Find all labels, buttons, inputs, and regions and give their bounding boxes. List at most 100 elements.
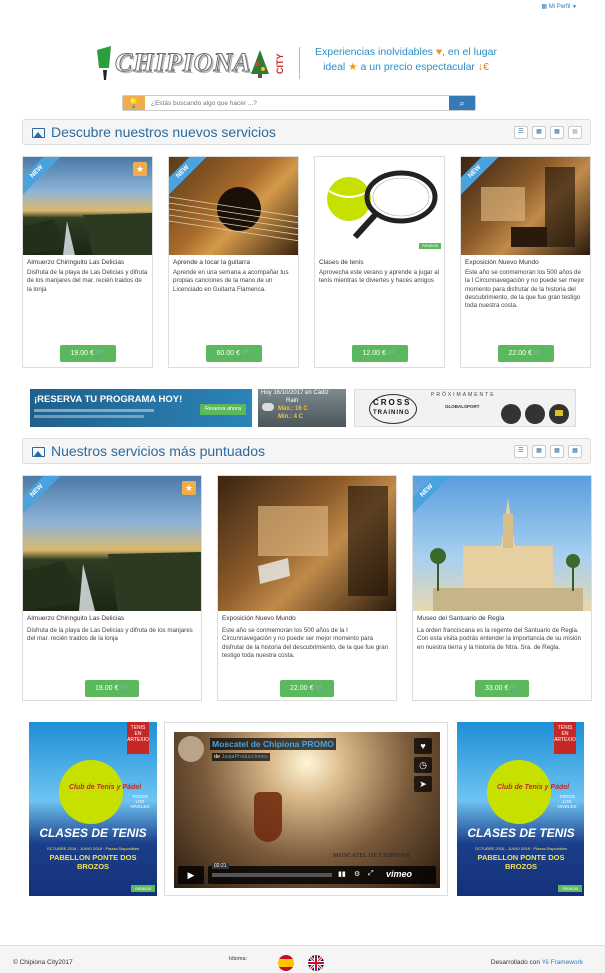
tennis-poster-ad[interactable]: TENIS EN ARTEXIO Club de Tenis y Pádel T… bbox=[457, 722, 584, 896]
price-button[interactable]: 12.00 € 🛒 bbox=[351, 345, 408, 362]
view-grid4-button[interactable]: ▦ bbox=[568, 126, 582, 139]
clock-icon: ◷ bbox=[419, 760, 427, 770]
service-image: NEW ★ bbox=[23, 157, 152, 255]
search-button[interactable]: ⌕ bbox=[449, 96, 475, 110]
developed-with: Desarrollado con Yii Framework bbox=[490, 959, 583, 966]
service-description: La orden franciscana es la regente del S… bbox=[417, 627, 582, 651]
caret-down-icon: ▼ bbox=[572, 4, 577, 10]
service-title[interactable]: Clases de tenis bbox=[319, 259, 363, 266]
search-input[interactable] bbox=[149, 96, 449, 110]
service-card[interactable]: NEW ★ Almuerzo Chiringuito Las Delicias … bbox=[22, 156, 153, 368]
cart-icon: 🛒 bbox=[387, 350, 397, 357]
view-list-button[interactable]: ☰ bbox=[514, 445, 528, 458]
service-image: NEW ★ bbox=[23, 476, 201, 611]
view-grid2-button[interactable]: ▦ bbox=[532, 445, 546, 458]
poster-dates: OCTUBRE 2016 - JUNIO 2018 · Plazas Dispo… bbox=[474, 846, 568, 851]
tennis-poster-ad[interactable]: TENIS EN ARTEXIO Club de Tenis y Pádel T… bbox=[29, 722, 157, 896]
star-icon: ★ bbox=[348, 61, 358, 73]
service-image: Anuncio bbox=[315, 157, 444, 255]
video-title[interactable]: Moscatel de Chipiona PROMO bbox=[210, 738, 336, 750]
service-title[interactable]: Museo del Santuario de Regla bbox=[417, 615, 504, 622]
service-card[interactable]: NEW ★ Almuerzo Chiringuito Las Delicias … bbox=[22, 475, 202, 701]
view-grid2-button[interactable]: ▦ bbox=[532, 126, 546, 139]
poster-todos: TODOS LOS NIVELES bbox=[557, 794, 577, 809]
price-button[interactable]: 19.00 € 🛒 bbox=[85, 680, 139, 697]
service-card[interactable]: NEW Aprende a tocar la guitarra Aprende … bbox=[168, 156, 299, 368]
view-grid3-button[interactable]: ▦ bbox=[550, 126, 564, 139]
service-card[interactable]: Exposición Nuevo Mundo Este año se conme… bbox=[217, 475, 397, 701]
profile-menu[interactable]: ▦ Mi Perfil ▼ bbox=[541, 3, 577, 10]
yii-link[interactable]: Yii Framework bbox=[542, 959, 583, 966]
view-grid3-button[interactable]: ▦ bbox=[550, 445, 564, 458]
poster-pabellon: PABELLON PONTE DOS BROZOS bbox=[49, 853, 137, 871]
reserva-banner[interactable]: ¡RESERVA TU PROGRAMA HOY! Reserva ahora bbox=[30, 389, 252, 427]
author-avatar bbox=[178, 736, 204, 762]
price-button[interactable]: 22.00 € 🛒 bbox=[497, 345, 554, 362]
search-icon: ⌕ bbox=[459, 98, 465, 108]
price-button[interactable]: 60.00 € 🛒 bbox=[205, 345, 262, 362]
tennis-ball-icon bbox=[59, 760, 123, 824]
section-top-rated-header: Nuestros servicios más puntuados ☰ ▦ ▦ ▦ bbox=[22, 438, 591, 464]
service-description: Este año se conmemoran los 500 años de l… bbox=[465, 269, 585, 310]
weather-condition: Rain bbox=[286, 398, 299, 404]
play-button[interactable]: ▶ bbox=[178, 866, 204, 884]
service-title[interactable]: Almuerzo Chiringuito Las Delicias bbox=[27, 259, 124, 266]
cross-training-banner[interactable]: PRÓXIMAMENTE CROSS TRAINING GLOBALSPORT bbox=[354, 389, 576, 427]
search-bar: 💡 ⌕ bbox=[122, 95, 476, 111]
tennis-ball-icon bbox=[487, 760, 551, 824]
logo-city: CITY bbox=[275, 53, 285, 74]
settings-icon[interactable]: ⚙ bbox=[354, 870, 360, 878]
service-description: Disfruta de la playa de Las Delicias y d… bbox=[27, 269, 148, 293]
view-grid4-button[interactable]: ▦ bbox=[568, 445, 582, 458]
cart-icon: 🛒 bbox=[510, 685, 520, 692]
proximamente-label: PRÓXIMAMENTE bbox=[431, 392, 496, 398]
site-logo[interactable]: CHIPIONA CITY bbox=[93, 44, 293, 82]
vimeo-logo[interactable]: vimeo bbox=[386, 869, 412, 879]
uk-flag-icon[interactable] bbox=[308, 955, 324, 971]
section-new-services-header: Descubre nuestros nuevos servicios ☰ ▦ ▦… bbox=[22, 119, 591, 145]
fullscreen-icon[interactable]: ⤢ bbox=[368, 870, 374, 878]
ad-badge: Anuncio bbox=[419, 243, 441, 249]
footer: © Chipiona City2017 Idioma: Desarrollado… bbox=[0, 945, 605, 973]
spanish-flag-icon[interactable] bbox=[278, 955, 294, 971]
service-title[interactable]: Almuerzo Chiringuito Las Delicias bbox=[27, 615, 124, 622]
service-description: Disfruta de la playa de Las Delicias y d… bbox=[27, 627, 193, 643]
price-button[interactable]: 19.00 € 🛒 bbox=[59, 345, 116, 362]
video-controls: 02:21 ▮▮ ⚙ ⤢ vimeo bbox=[208, 863, 436, 884]
logo-divider bbox=[299, 47, 300, 79]
ad-badge: Anuncio bbox=[558, 885, 582, 892]
poster-club: Club de Tenis y Pádel bbox=[69, 784, 142, 791]
service-title[interactable]: Exposición Nuevo Mundo bbox=[465, 259, 539, 266]
video-author[interactable]: de JasjaProducciones bbox=[212, 753, 270, 761]
poster-dates: OCTUBRE 2016 - JUNIO 2018 · Plazas Dispo… bbox=[46, 846, 140, 851]
picture-icon bbox=[32, 447, 45, 457]
view-list-button[interactable]: ☰ bbox=[514, 126, 528, 139]
progress-bar[interactable] bbox=[212, 873, 332, 877]
like-button[interactable]: ♥ bbox=[414, 738, 432, 754]
share-button[interactable]: ➤ bbox=[414, 776, 432, 792]
reserva-now-button[interactable]: Reserva ahora bbox=[200, 404, 246, 415]
reserva-banner-title: ¡RESERVA TU PROGRAMA HOY! bbox=[34, 394, 183, 405]
service-card[interactable]: Anuncio Clases de tenis Aprovecha este v… bbox=[314, 156, 445, 368]
volume-icon[interactable]: ▮▮ bbox=[338, 870, 346, 878]
service-title[interactable]: Aprende a tocar la guitarra bbox=[173, 259, 250, 266]
cross-title: CROSS bbox=[373, 398, 412, 407]
video-time: 02:21 bbox=[212, 863, 229, 869]
poster-pabellon: PABELLON PONTE DOS BROZOS bbox=[477, 853, 565, 871]
service-title[interactable]: Exposición Nuevo Mundo bbox=[222, 615, 296, 622]
copyright: © Chipiona City2017 bbox=[13, 959, 73, 966]
price-button[interactable]: 33.00 € 🛒 bbox=[475, 680, 529, 697]
poster-tenis-badge: TENIS EN ARTEXIO bbox=[127, 722, 149, 754]
service-image: NEW bbox=[413, 476, 591, 611]
video-player[interactable]: Moscatel de Chipiona PROMO de JasjaProdu… bbox=[174, 732, 440, 888]
poster-clases: CLASES DE TENIS bbox=[467, 826, 575, 840]
price-button[interactable]: 22.00 € 🛒 bbox=[280, 680, 334, 697]
lightbulb-icon: 💡 bbox=[123, 96, 145, 110]
weather-max: Máx.: 16 C bbox=[278, 406, 308, 412]
watch-later-button[interactable]: ◷ bbox=[414, 757, 432, 773]
cart-icon: 🛒 bbox=[241, 350, 251, 357]
service-image: NEW bbox=[461, 157, 590, 255]
service-card[interactable]: NEW Exposición Nuevo Mundo Este año se c… bbox=[460, 156, 591, 368]
service-card[interactable]: NEW Museo del Santuario de Regla La orde… bbox=[412, 475, 592, 701]
service-image bbox=[218, 476, 396, 611]
